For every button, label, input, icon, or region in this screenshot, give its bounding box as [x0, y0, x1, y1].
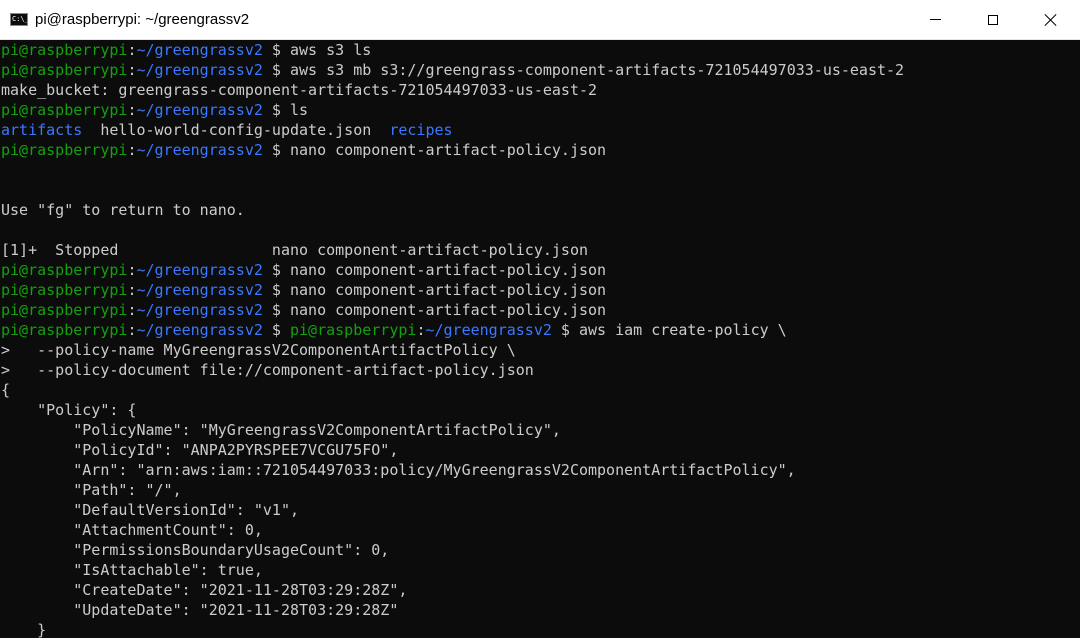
terminal-text: "DefaultVersionId": "v1",	[1, 501, 300, 519]
prompt-user: pi@raspberrypi	[1, 321, 128, 339]
terminal-line: "CreateDate": "2021-11-28T03:29:28Z",	[0, 580, 1080, 600]
terminal-line: [1]+ Stopped nano component-artifact-pol…	[0, 240, 1080, 260]
terminal-text: $	[262, 321, 290, 339]
window-controls	[906, 0, 1080, 40]
prompt-path: ~/greengrassv2	[425, 321, 552, 339]
terminal-text: {	[1, 381, 11, 399]
minimize-icon	[929, 19, 941, 20]
terminal-line: {	[0, 380, 1080, 400]
terminal-line: "DefaultVersionId": "v1",	[0, 500, 1080, 520]
terminal-line: Use "fg" to return to nano.	[0, 200, 1080, 220]
terminal-text: "Path": "/",	[1, 481, 182, 499]
terminal-text: "AttachmentCount": 0,	[1, 521, 263, 539]
terminal-text: $ nano component-artifact-policy.json	[262, 261, 607, 279]
terminal-line: pi@raspberrypi:~/greengrassv2 $ nano com…	[0, 140, 1080, 160]
terminal-text: "IsAttachable": true,	[1, 561, 263, 579]
prompt-path: ~/greengrassv2	[136, 61, 263, 79]
prompt-path: recipes	[389, 121, 453, 139]
terminal-line: "IsAttachable": true,	[0, 560, 1080, 580]
prompt-path: ~/greengrassv2	[136, 301, 263, 319]
prompt-path: ~/greengrassv2	[136, 141, 263, 159]
terminal-text: > --policy-name MyGreengrassV2ComponentA…	[1, 341, 516, 359]
console-app-icon[interactable]: C:\_	[10, 13, 28, 26]
terminal-line: "Path": "/",	[0, 480, 1080, 500]
terminal-line: "AttachmentCount": 0,	[0, 520, 1080, 540]
prompt-path: ~/greengrassv2	[136, 281, 263, 299]
terminal-line: "PolicyId": "ANPA2PYRSPEE7VCGU75FO",	[0, 440, 1080, 460]
terminal-line: "PermissionsBoundaryUsageCount": 0,	[0, 540, 1080, 560]
terminal-line: make_bucket: greengrass-component-artifa…	[0, 80, 1080, 100]
maximize-icon	[988, 14, 998, 25]
terminal-line: pi@raspberrypi:~/greengrassv2 $ nano com…	[0, 280, 1080, 300]
terminal-text: $ nano component-artifact-policy.json	[262, 141, 607, 159]
terminal-text: [1]+ Stopped nano component-artifact-pol…	[1, 241, 588, 259]
terminal-line: pi@raspberrypi:~/greengrassv2 $ pi@raspb…	[0, 320, 1080, 340]
terminal-text: }	[1, 621, 47, 638]
prompt-path: ~/greengrassv2	[136, 41, 263, 59]
title-bar[interactable]: C:\_ pi@raspberrypi: ~/greengrassv2	[0, 0, 1080, 40]
prompt-user: pi@raspberrypi	[1, 141, 128, 159]
terminal-text: $ aws s3 mb s3://greengrass-component-ar…	[262, 61, 905, 79]
terminal-line: pi@raspberrypi:~/greengrassv2 $ aws s3 l…	[0, 40, 1080, 60]
terminal-line: pi@raspberrypi:~/greengrassv2 $ ls	[0, 100, 1080, 120]
prompt-user: pi@raspberrypi	[1, 261, 128, 279]
terminal-line: > --policy-name MyGreengrassV2ComponentA…	[0, 340, 1080, 360]
close-button[interactable]	[1022, 0, 1080, 40]
terminal-line: "UpdateDate": "2021-11-28T03:29:28Z"	[0, 600, 1080, 620]
terminal-text: $ nano component-artifact-policy.json	[262, 281, 607, 299]
prompt-path: ~/greengrassv2	[136, 101, 263, 119]
prompt-user: pi@raspberrypi	[1, 281, 128, 299]
terminal-text: "PolicyName": "MyGreengrassV2ComponentAr…	[1, 421, 561, 439]
terminal-text: $ aws s3 ls	[262, 41, 372, 59]
terminal-output[interactable]: pi@raspberrypi:~/greengrassv2 $ aws s3 l…	[0, 40, 1080, 638]
maximize-button[interactable]	[964, 0, 1022, 40]
terminal-text: "PermissionsBoundaryUsageCount": 0,	[1, 541, 390, 559]
prompt-user: pi@raspberrypi	[1, 41, 128, 59]
terminal-text: $ nano component-artifact-policy.json	[262, 301, 607, 319]
terminal-line: "Policy": {	[0, 400, 1080, 420]
prompt-user: pi@raspberrypi	[1, 101, 128, 119]
terminal-text: $ ls	[262, 101, 309, 119]
window-title: pi@raspberrypi: ~/greengrassv2	[35, 11, 250, 28]
terminal-line: artifacts hello-world-config-update.json…	[0, 120, 1080, 140]
terminal-text: hello-world-config-update.json	[82, 121, 390, 139]
prompt-user: pi@raspberrypi	[1, 301, 128, 319]
terminal-text: "CreateDate": "2021-11-28T03:29:28Z",	[1, 581, 408, 599]
prompt-user: pi@raspberrypi	[290, 321, 417, 339]
close-icon	[1044, 13, 1058, 27]
terminal-text: $ aws iam create-policy \	[551, 321, 787, 339]
terminal-text: Use "fg" to return to nano.	[1, 201, 245, 219]
terminal-text: make_bucket: greengrass-component-artifa…	[1, 81, 598, 99]
prompt-user: pi@raspberrypi	[1, 61, 128, 79]
terminal-text: "Arn": "arn:aws:iam::721054497033:policy…	[1, 461, 796, 479]
terminal-line: > --policy-document file://component-art…	[0, 360, 1080, 380]
terminal-text: "UpdateDate": "2021-11-28T03:29:28Z"	[1, 601, 399, 619]
terminal-text: > --policy-document file://component-art…	[1, 361, 534, 379]
terminal-line: pi@raspberrypi:~/greengrassv2 $ nano com…	[0, 260, 1080, 280]
prompt-path: ~/greengrassv2	[136, 261, 263, 279]
terminal-text: "Policy": {	[1, 401, 137, 419]
prompt-path: artifacts	[1, 121, 83, 139]
terminal-line: pi@raspberrypi:~/greengrassv2 $ nano com…	[0, 300, 1080, 320]
minimize-button[interactable]	[906, 0, 964, 40]
terminal-line: }	[0, 620, 1080, 638]
terminal-text: "PolicyId": "ANPA2PYRSPEE7VCGU75FO",	[1, 441, 399, 459]
terminal-line: "PolicyName": "MyGreengrassV2ComponentAr…	[0, 420, 1080, 440]
prompt-path: ~/greengrassv2	[136, 321, 263, 339]
terminal-line: pi@raspberrypi:~/greengrassv2 $ aws s3 m…	[0, 60, 1080, 80]
terminal-line: "Arn": "arn:aws:iam::721054497033:policy…	[0, 460, 1080, 480]
